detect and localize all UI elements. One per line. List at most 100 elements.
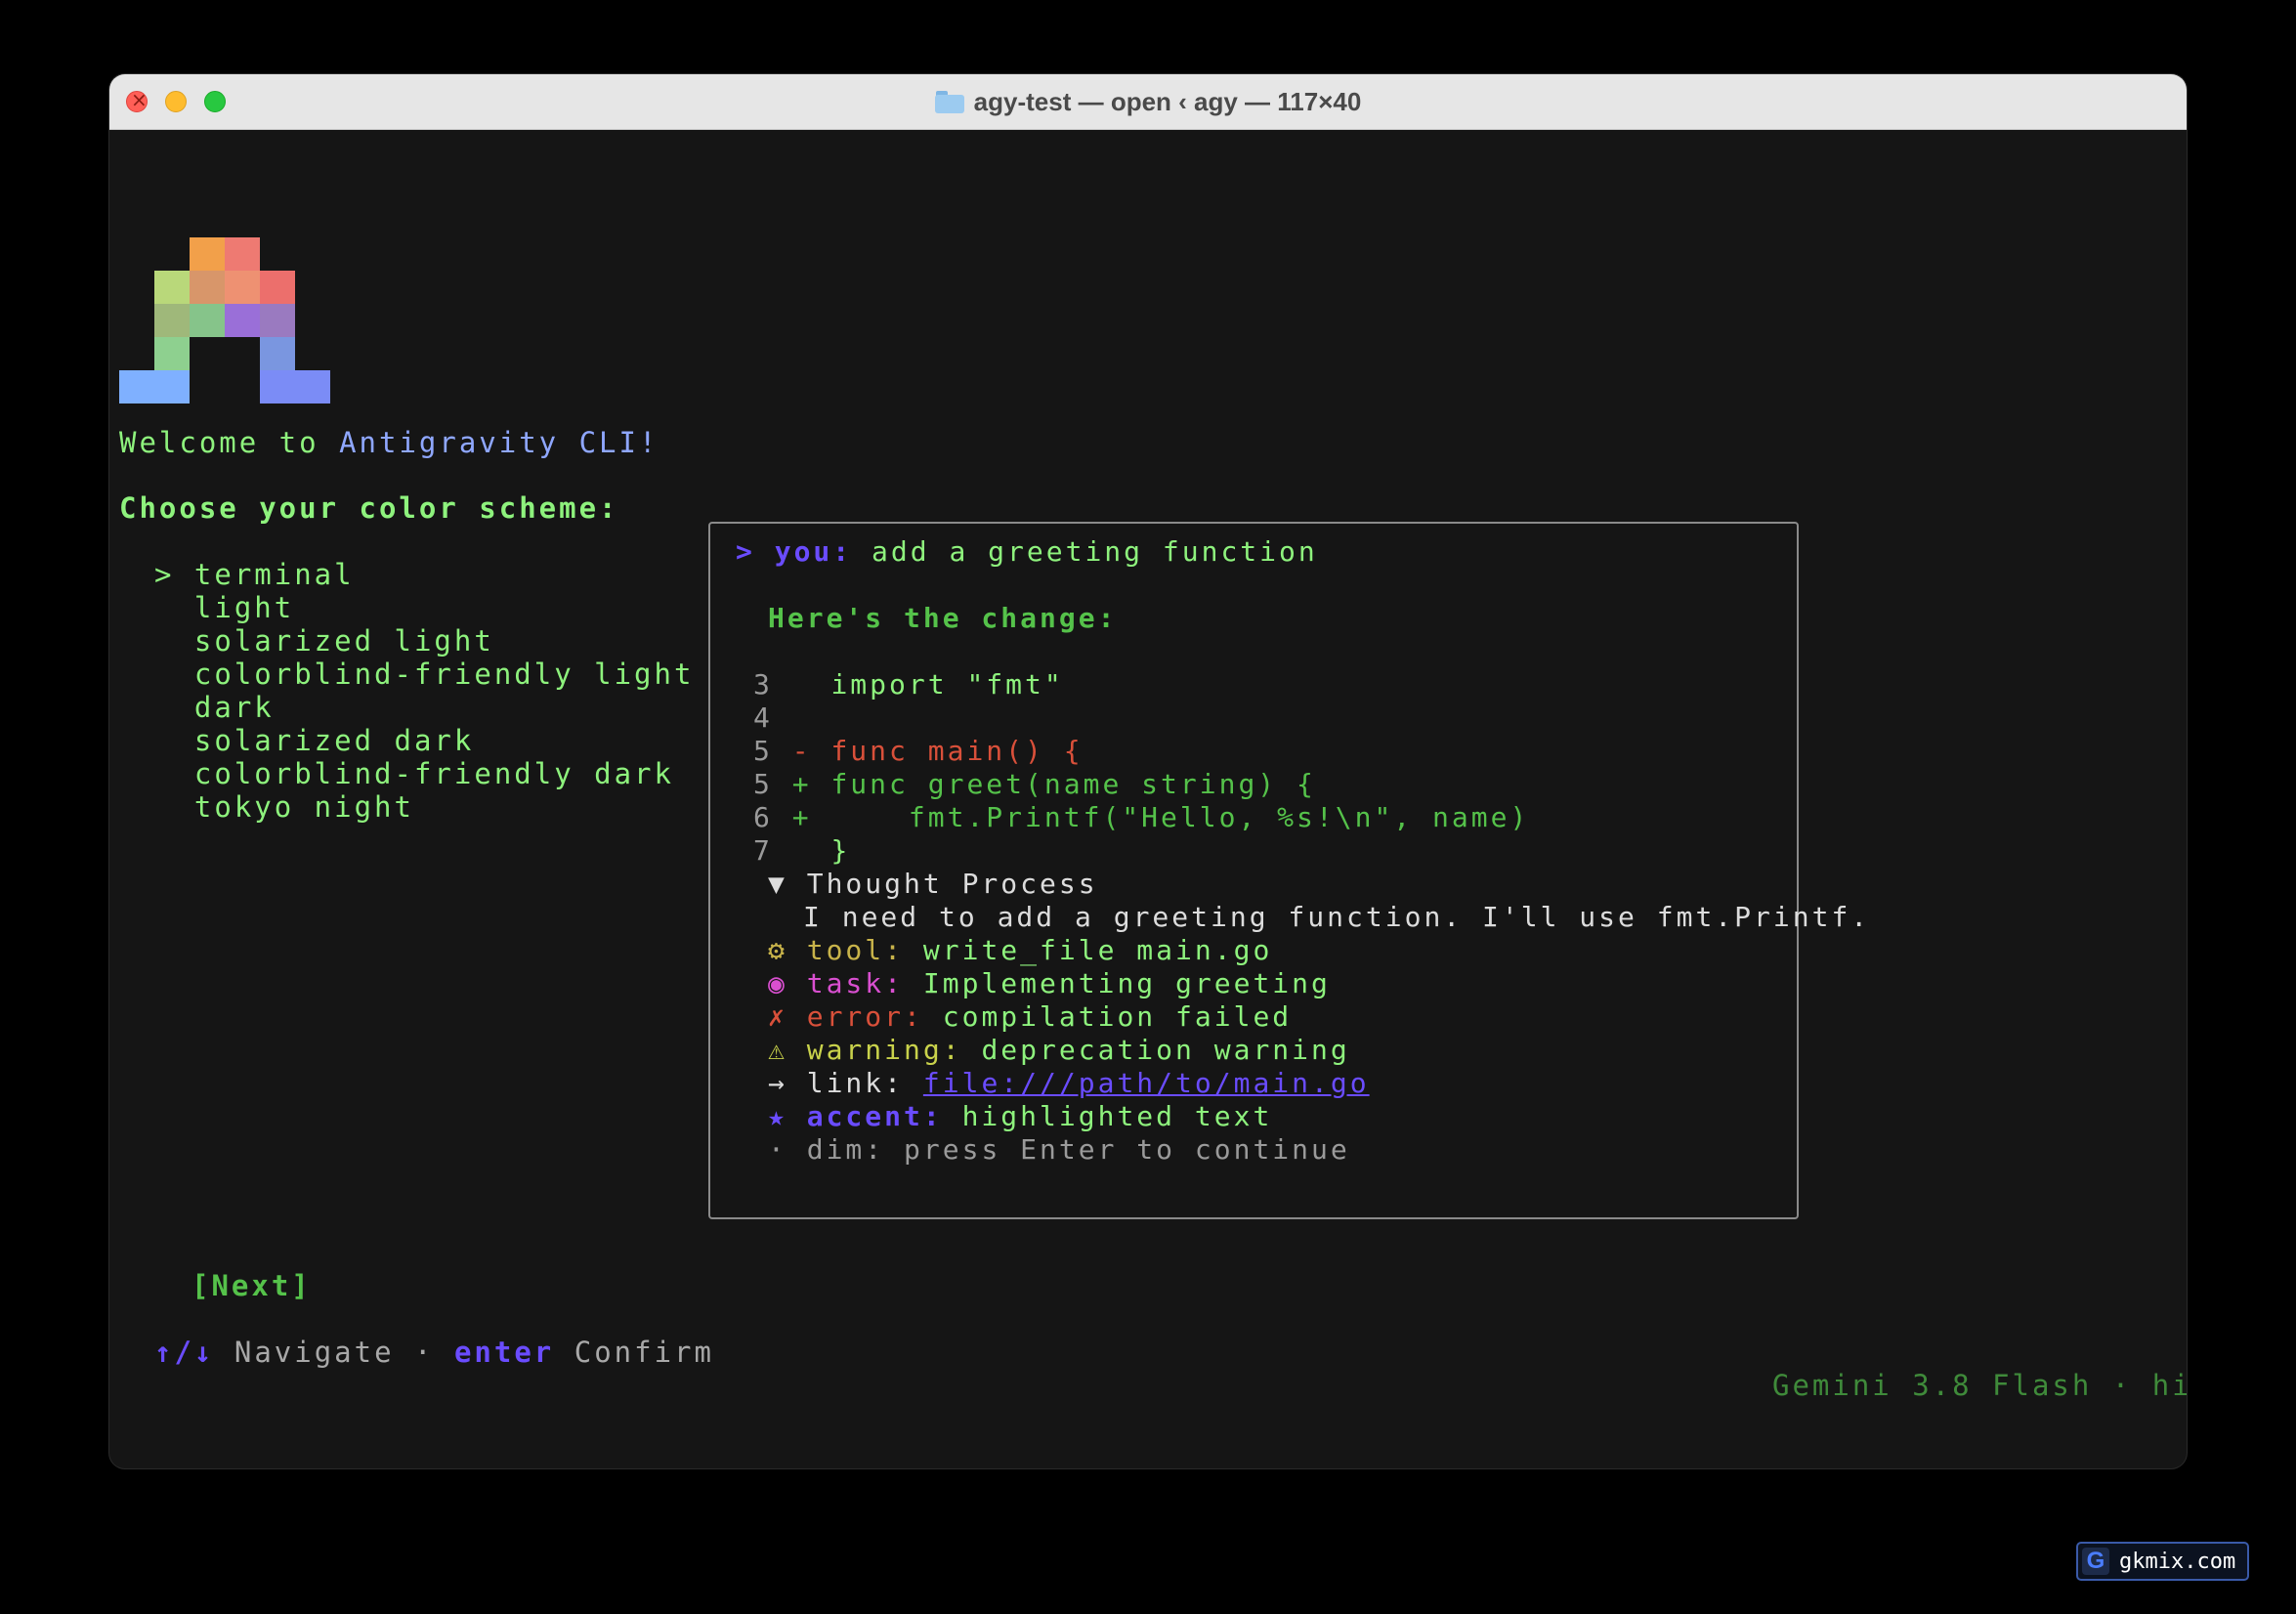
- selection-cursor: [154, 724, 194, 757]
- color-scheme-heading: Choose your color scheme:: [119, 491, 619, 525]
- prompt-marker: >: [736, 535, 775, 568]
- diff-code: fmt.Printf("Hello, %s!\n", name): [830, 801, 1530, 833]
- color-scheme-option[interactable]: tokyo night: [154, 790, 414, 824]
- event-text: Implementing greeting: [922, 967, 1331, 999]
- event-label: error:: [806, 1000, 943, 1033]
- color-scheme-option[interactable]: dark: [154, 691, 275, 724]
- diff-line-number: 5: [753, 768, 792, 800]
- event-accent: ★ accent: highlighted text: [768, 1100, 1272, 1133]
- user-message: add a greeting function: [872, 535, 1318, 568]
- warning-icon: ⚠: [768, 1034, 807, 1066]
- option-label: dark: [193, 691, 275, 724]
- logo-pixel: [260, 271, 295, 304]
- logo-pixel: [295, 370, 330, 404]
- logo-pixel: [154, 337, 190, 370]
- diff-sign: [792, 701, 831, 734]
- cross-icon: ✗: [768, 1000, 807, 1033]
- diff-line-number: 7: [753, 834, 792, 867]
- diff-line-number: 3: [753, 668, 792, 701]
- gear-icon: ⚙: [768, 934, 807, 966]
- diff-line: 4: [753, 701, 830, 735]
- hint-separator: ·: [414, 1336, 435, 1369]
- task-icon: ◉: [768, 967, 807, 999]
- user-prompt-line: > you: add a greeting function: [736, 535, 1318, 569]
- color-scheme-option[interactable]: solarized light: [154, 624, 494, 658]
- option-label: solarized light: [193, 624, 494, 658]
- watermark-text: gkmix.com: [2119, 1549, 2236, 1574]
- color-scheme-option[interactable]: solarized dark: [154, 724, 474, 757]
- logo-pixel: [225, 304, 260, 337]
- diff-line: 5 - func main() {: [753, 735, 1084, 768]
- diff-line: 6 + fmt.Printf("Hello, %s!\n", name): [753, 801, 1529, 834]
- event-task: ◉ task: Implementing greeting: [768, 967, 1331, 1000]
- event-text: press Enter to continue: [904, 1133, 1350, 1166]
- terminal-content: Welcome to Antigravity CLI! Choose your …: [109, 129, 2187, 1468]
- color-scheme-option[interactable]: colorblind-friendly dark: [154, 757, 674, 790]
- diff-code: }: [830, 834, 851, 867]
- event-label: accent:: [806, 1100, 962, 1132]
- watermark-badge: G gkmix.com: [2076, 1542, 2250, 1581]
- event-warning: ⚠ warning: deprecation warning: [768, 1034, 1350, 1067]
- thought-process-toggle[interactable]: ▼ Thought Process: [768, 868, 1098, 901]
- keyboard-hints: ↑/↓ Navigate · enter Confirm: [154, 1336, 714, 1369]
- confirm-hint: Confirm: [574, 1336, 714, 1369]
- diff-line: 3 import "fmt": [753, 668, 1064, 701]
- option-label: tokyo night: [193, 790, 414, 824]
- diff-code: func greet(name string) {: [830, 768, 1316, 800]
- diff-sign: +: [791, 801, 831, 833]
- navigate-hint: Navigate: [234, 1336, 395, 1369]
- arrow-keys-hint: ↑/↓: [154, 1336, 215, 1369]
- diff-line-number: 5: [753, 735, 792, 767]
- option-label: light: [193, 591, 295, 624]
- selection-cursor: [154, 691, 194, 724]
- collapse-triangle-icon: ▼: [768, 868, 807, 900]
- diff-sign: [792, 668, 831, 701]
- diff-line: 5 + func greet(name string) {: [753, 768, 1316, 801]
- option-label: colorblind-friendly light: [193, 658, 695, 691]
- title-bar: agy-test — open ‹ agy — 117×40: [109, 74, 2187, 130]
- logo-pixel: [154, 271, 190, 304]
- logo-pixel: [154, 370, 190, 404]
- option-label: terminal: [193, 558, 355, 591]
- event-tool: ⚙ tool: write_file main.go: [768, 934, 1272, 967]
- logo-pixel: [190, 237, 225, 271]
- selection-cursor: [154, 624, 194, 658]
- file-link[interactable]: file:///path/to/main.go: [923, 1067, 1370, 1099]
- response-heading: Here's the change:: [768, 602, 1117, 635]
- selection-cursor: >: [154, 558, 194, 591]
- event-label: warning:: [806, 1034, 982, 1066]
- color-scheme-option[interactable]: light: [154, 591, 294, 624]
- selection-cursor: [154, 790, 194, 824]
- option-label: colorblind-friendly dark: [193, 757, 674, 790]
- event-link: → link: file:///path/to/main.go: [768, 1067, 1370, 1100]
- event-label: task:: [806, 967, 923, 999]
- thought-text-content: I need to add a greeting function. I'll …: [803, 901, 1871, 933]
- welcome-prefix: Welcome to: [119, 426, 340, 459]
- logo-pixel: [119, 370, 154, 404]
- event-error: ✗ error: compilation failed: [768, 1000, 1292, 1034]
- selection-cursor: [154, 757, 194, 790]
- theme-preview-panel: > you: add a greeting function Here's the…: [708, 522, 1867, 1219]
- logo-pixel: [190, 271, 225, 304]
- option-label: solarized dark: [193, 724, 475, 757]
- logo-pixel: [190, 304, 225, 337]
- star-icon: ★: [768, 1100, 807, 1132]
- watermark-logo: G: [2082, 1548, 2109, 1575]
- color-scheme-option[interactable]: colorblind-friendly light: [154, 658, 694, 691]
- diff-code: func main() {: [830, 735, 1084, 767]
- selection-cursor: [154, 658, 194, 691]
- event-label: dim:: [806, 1133, 905, 1166]
- selection-cursor: [154, 591, 194, 624]
- model-status: Gemini 3.8 Flash · hig: [1772, 1369, 2187, 1402]
- logo-pixel: [154, 304, 190, 337]
- logo-pixel: [225, 237, 260, 271]
- arrow-right-icon: →: [768, 1067, 807, 1099]
- terminal-window: agy-test — open ‹ agy — 117×40 Welcome t…: [109, 74, 2187, 1468]
- next-button[interactable]: [Next]: [191, 1269, 312, 1302]
- diff-sign: [792, 834, 831, 867]
- thought-title: Thought Process: [806, 868, 1098, 900]
- event-text: highlighted text: [961, 1100, 1273, 1132]
- color-scheme-option[interactable]: > terminal: [154, 558, 355, 591]
- enter-key-hint: enter: [453, 1336, 555, 1369]
- event-text: write_file main.go: [922, 934, 1273, 966]
